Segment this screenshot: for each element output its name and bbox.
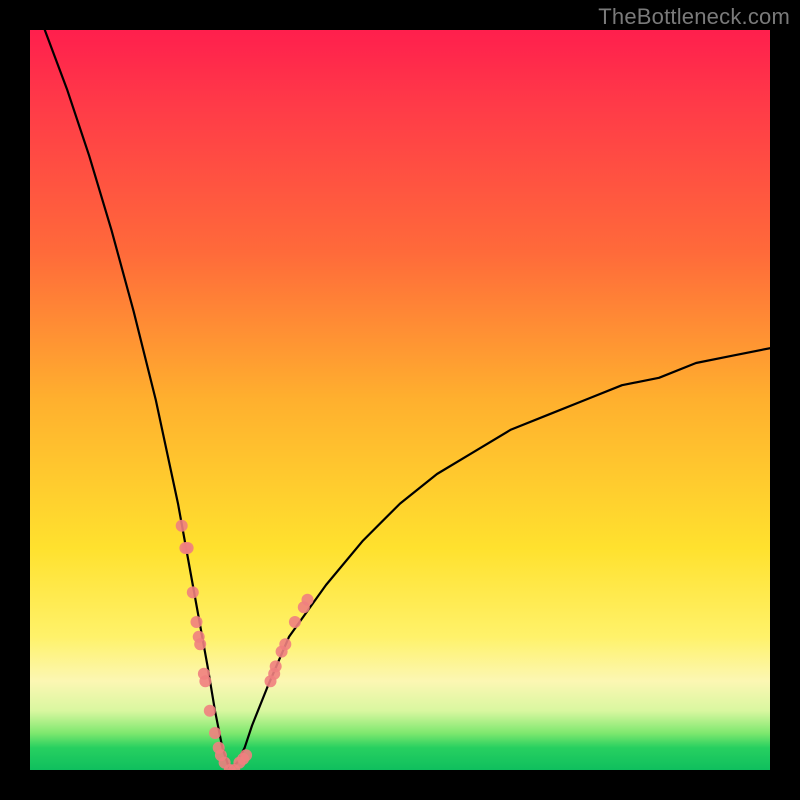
outer-frame: TheBottleneck.com [0, 0, 800, 800]
scatter-dot [270, 660, 282, 672]
scatter-dot [199, 675, 211, 687]
chart-svg [30, 30, 770, 770]
plot-area [30, 30, 770, 770]
scatter-dot [289, 616, 301, 628]
scatter-dot [194, 638, 206, 650]
scatter-dot [209, 727, 221, 739]
scatter-dot [204, 705, 216, 717]
scatter-dot [187, 586, 199, 598]
curve-layer [45, 30, 770, 770]
bottleneck-curve [45, 30, 770, 770]
scatter-dot [191, 616, 203, 628]
scatter-dot [182, 542, 194, 554]
scatter-dot [240, 749, 252, 761]
watermark-text: TheBottleneck.com [598, 4, 790, 30]
scatter-dot [279, 638, 291, 650]
scatter-dot [302, 594, 314, 606]
scatter-dot [176, 520, 188, 532]
scatter-dots [176, 520, 314, 770]
